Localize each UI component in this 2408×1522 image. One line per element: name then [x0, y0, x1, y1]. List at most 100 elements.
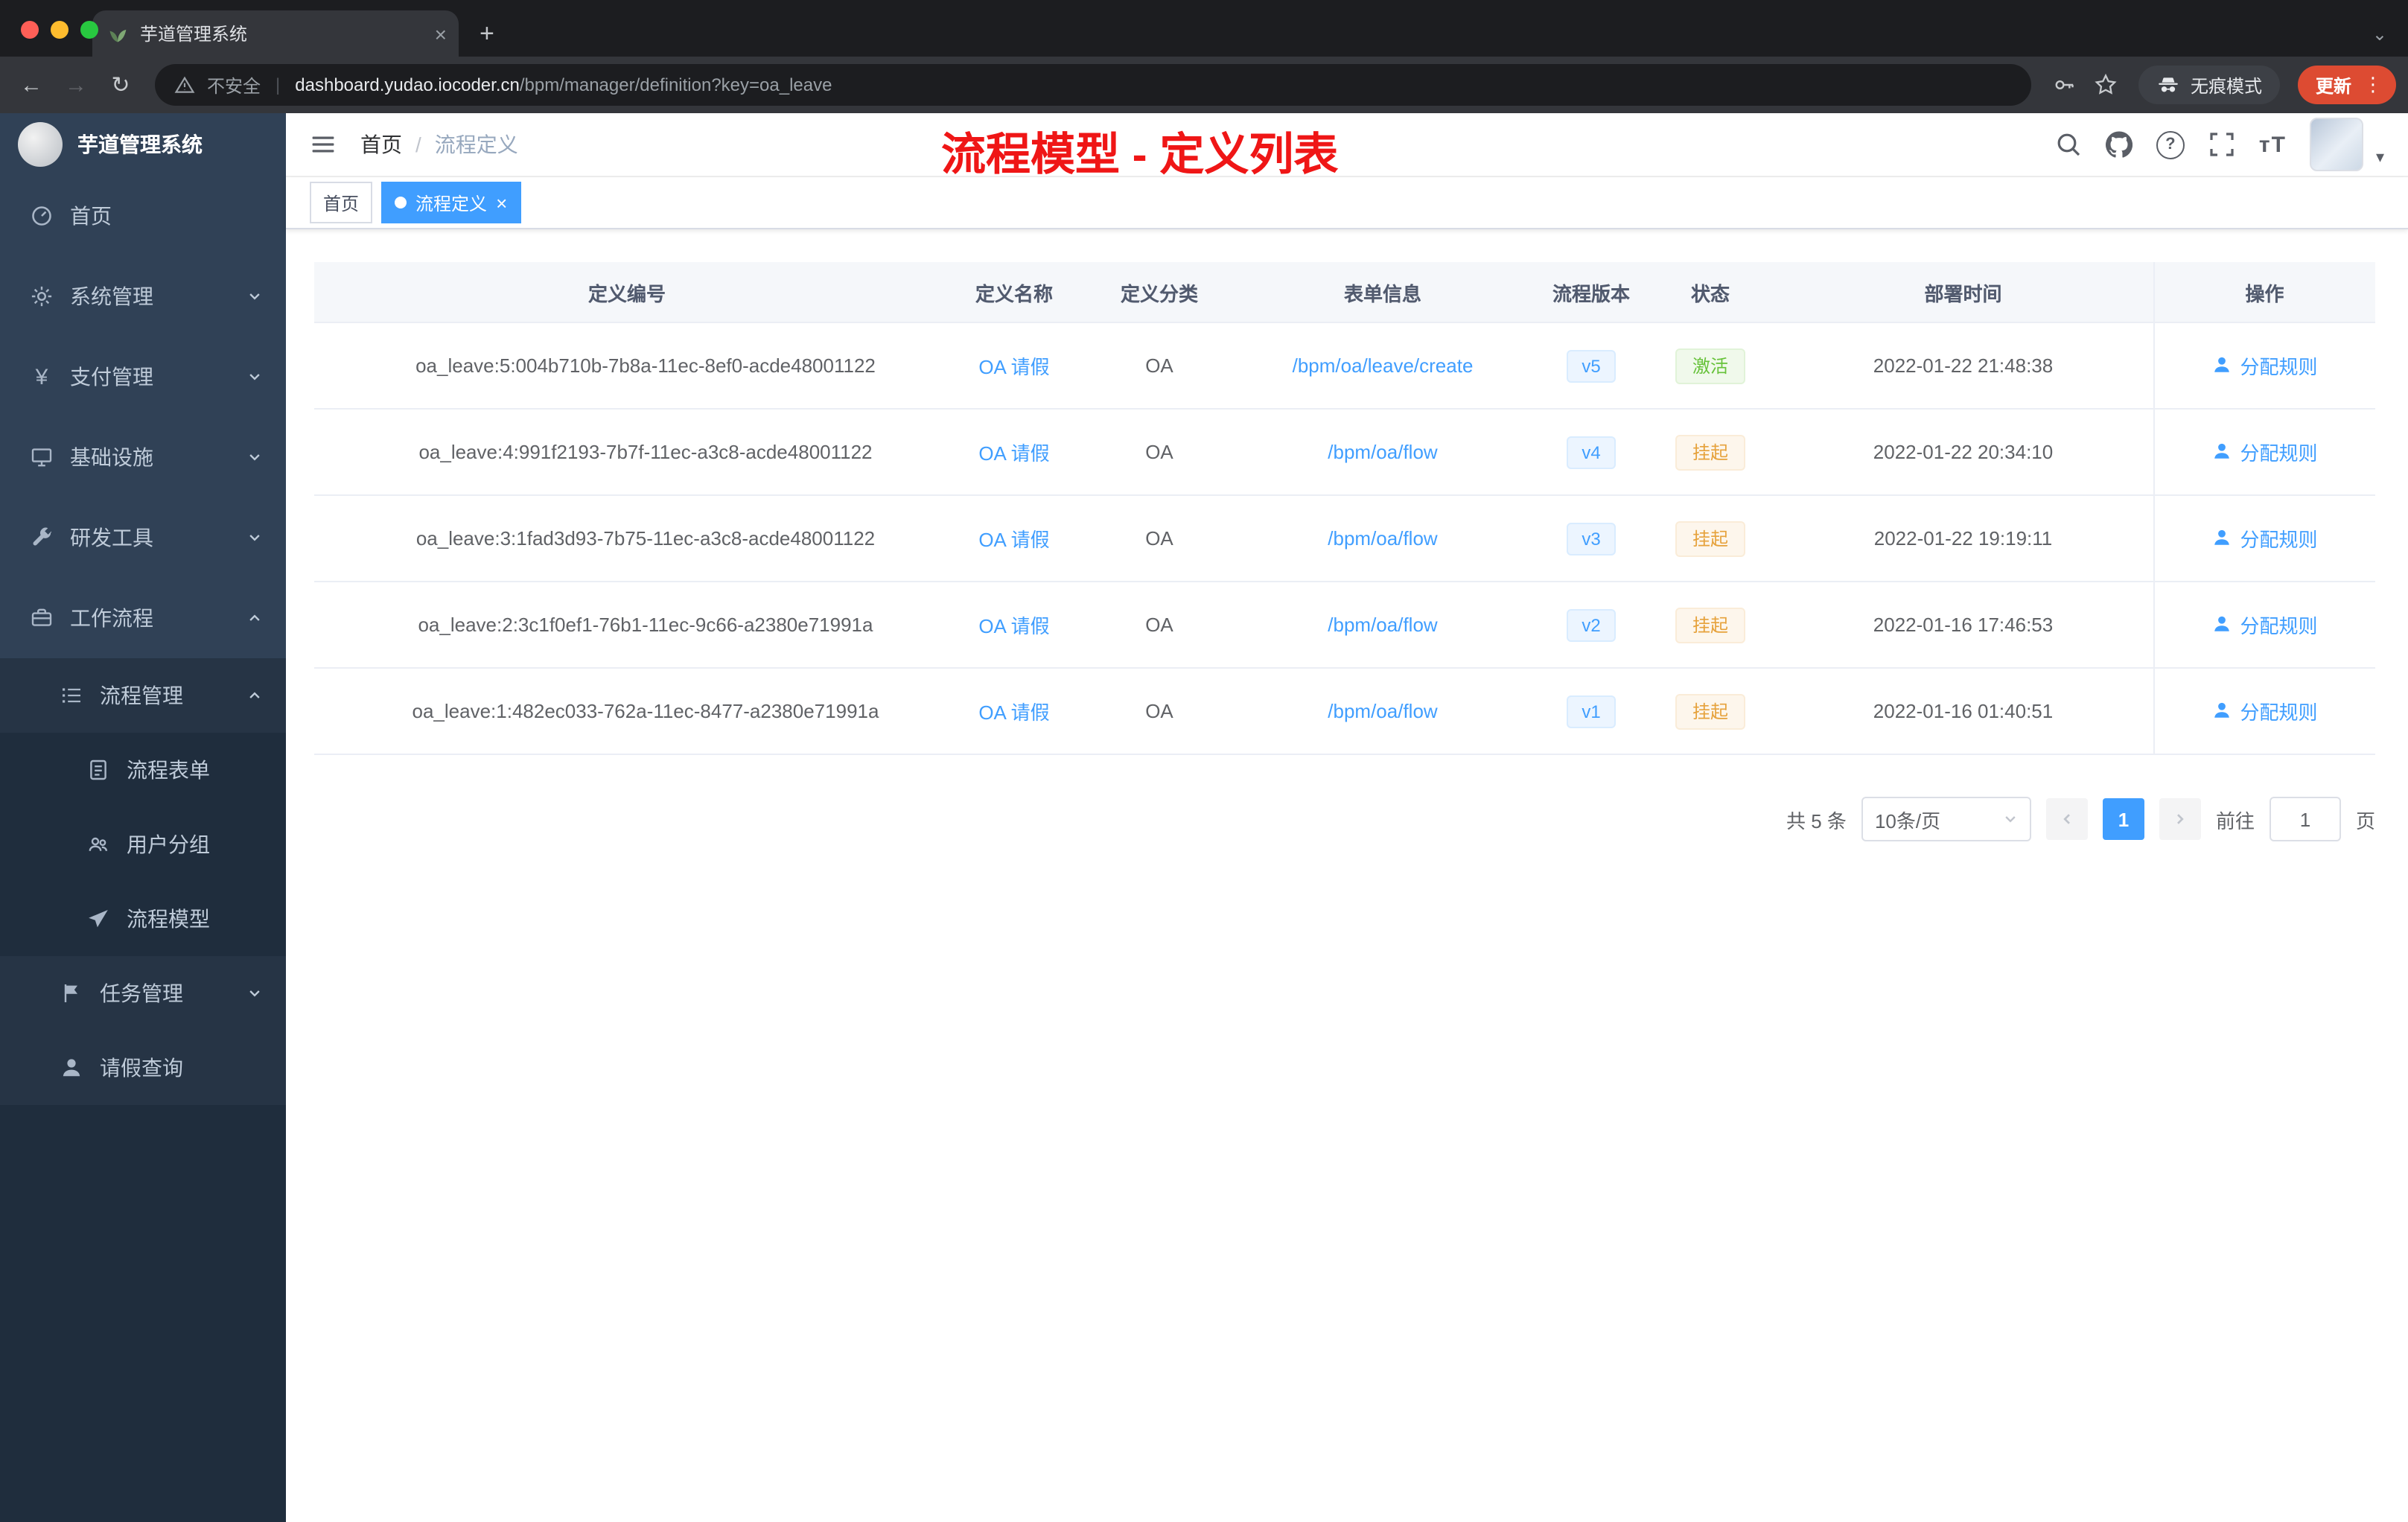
goto-label: 前往 [2215, 809, 2255, 832]
col-definition-name: 定义名称 [940, 262, 1089, 323]
sidebar-item-process-management[interactable]: 流程管理 [0, 658, 286, 733]
cell-deploy-time: 2022-01-22 21:48:38 [1774, 322, 2153, 410]
cell-version: v5 [1535, 322, 1647, 410]
window-minimize-button[interactable] [51, 21, 69, 39]
definition-name-link[interactable]: OA 请假 [978, 529, 1049, 551]
font-size-icon[interactable]: тT [2259, 132, 2287, 157]
sidebar-item-process-model[interactable]: 流程模型 [0, 882, 286, 956]
chevron-down-icon [247, 289, 262, 304]
page-size-select[interactable]: 10条/页 [1861, 797, 2031, 841]
definition-name-link[interactable]: OA 请假 [978, 615, 1049, 637]
forward-icon[interactable]: → [57, 66, 95, 104]
sidebar-item-infrastructure[interactable]: 基础设施 [0, 417, 286, 497]
window-close-button[interactable] [21, 21, 39, 39]
reload-icon[interactable]: ↻ [101, 66, 140, 104]
sidebar-item-label: 系统管理 [70, 284, 153, 308]
cell-form-info: /bpm/oa/flow [1230, 668, 1535, 755]
security-label[interactable]: 不安全 [207, 72, 261, 98]
tag-label: 流程定义 [415, 193, 488, 214]
cell-actions: 分配规则 [2153, 582, 2375, 669]
tag-process-definition[interactable]: 流程定义 × [381, 182, 521, 223]
assign-rule-link[interactable]: 分配规则 [2211, 438, 2318, 466]
definition-table: 定义编号 定义名称 定义分类 表单信息 流程版本 状态 部署时间 操作 oa_l [314, 262, 2375, 755]
sidebar-item-system-management[interactable]: 系统管理 [0, 256, 286, 337]
url-host: dashboard.yudao.iocoder.cn [295, 74, 520, 95]
sidebar-item-payment-management[interactable]: ¥ 支付管理 [0, 337, 286, 417]
logo-title: 芋道管理系统 [77, 133, 203, 156]
password-key-icon[interactable] [2046, 66, 2082, 104]
form-link[interactable]: /bpm/oa/flow [1328, 441, 1437, 463]
sidebar-logo[interactable]: 芋道管理系统 [0, 113, 286, 176]
prev-page-button[interactable] [2045, 798, 2088, 840]
version-badge: v3 [1567, 522, 1616, 555]
url-path: /bpm/manager/definition?key=oa_leave [519, 74, 832, 95]
cell-definition-id: oa_leave:4:991f2193-7b7f-11ec-a3c8-acde4… [314, 409, 940, 496]
assign-rule-link[interactable]: 分配规则 [2211, 697, 2318, 725]
sidebar-item-label: 首页 [70, 204, 112, 228]
sidebar-item-label: 基础设施 [70, 445, 153, 469]
cell-deploy-time: 2022-01-16 01:40:51 [1774, 668, 2153, 755]
sidebar-item-process-form[interactable]: 流程表单 [0, 733, 286, 807]
page-annotation: 流程模型 - 定义列表 [941, 131, 1339, 180]
sidebar-item-home[interactable]: 首页 [0, 176, 286, 256]
page-jump-input[interactable] [2269, 797, 2341, 841]
url-text[interactable]: dashboard.yudao.iocoder.cn /bpm/manager/… [295, 74, 832, 95]
current-page-button[interactable]: 1 [2102, 798, 2144, 840]
tag-home[interactable]: 首页 [310, 182, 373, 223]
window-zoom-button[interactable] [80, 21, 98, 39]
assign-rule-link[interactable]: 分配规则 [2211, 351, 2318, 380]
table-row: oa_leave:5:004b710b-7b8a-11ec-8ef0-acde4… [314, 322, 2375, 410]
assign-rule-label: 分配规则 [2240, 528, 2318, 551]
address-bar[interactable]: 不安全 | dashboard.yudao.iocoder.cn /bpm/ma… [155, 64, 2031, 106]
more-menu-icon[interactable]: ⋮ [2363, 73, 2383, 97]
assign-rule-label: 分配规则 [2240, 701, 2318, 724]
chevron-down-icon [247, 530, 262, 545]
assign-rule-link[interactable]: 分配规则 [2211, 524, 2318, 553]
sidebar-item-label: 流程管理 [100, 684, 183, 707]
definition-name-link[interactable]: OA 请假 [978, 356, 1049, 378]
bookmark-star-icon[interactable] [2088, 66, 2124, 104]
dashboard-icon [30, 204, 54, 228]
next-page-button[interactable] [2159, 798, 2201, 840]
assign-rule-link[interactable]: 分配规则 [2211, 611, 2318, 639]
sidebar-item-task-management[interactable]: 任务管理 [0, 956, 286, 1031]
sidebar-item-label: 用户分组 [127, 832, 210, 856]
sidebar-collapse-icon[interactable] [310, 131, 337, 158]
chevron-down-icon [247, 369, 262, 384]
sidebar-item-leave-query[interactable]: 请假查询 [0, 1031, 286, 1105]
active-dot [395, 197, 407, 208]
tag-close-icon[interactable]: × [496, 193, 507, 212]
definition-name-link[interactable]: OA 请假 [978, 442, 1049, 465]
definition-name-link[interactable]: OA 请假 [978, 701, 1049, 724]
col-definition-id: 定义编号 [314, 262, 940, 323]
search-icon[interactable] [2055, 131, 2082, 158]
form-link[interactable]: /bpm/oa/flow [1328, 527, 1437, 550]
cell-category: OA [1089, 582, 1230, 669]
update-button[interactable]: 更新 ⋮ [2297, 66, 2396, 104]
form-link[interactable]: /bpm/oa/flow [1328, 700, 1437, 722]
pagination-total: 共 5 条 [1786, 809, 1847, 832]
new-tab-button[interactable]: + [480, 21, 494, 46]
tab-close-icon[interactable]: × [435, 23, 447, 44]
back-icon[interactable]: ← [12, 66, 51, 104]
form-link[interactable]: /bpm/oa/flow [1328, 614, 1437, 636]
cell-definition-name: OA 请假 [940, 409, 1089, 496]
status-badge: 挂起 [1675, 693, 1745, 729]
tab-search-icon[interactable]: ⌄ [2372, 25, 2387, 43]
github-icon[interactable] [2105, 131, 2133, 158]
avatar[interactable] [2310, 118, 2364, 171]
table-header-row: 定义编号 定义名称 定义分类 表单信息 流程版本 状态 部署时间 操作 [314, 262, 2375, 323]
sidebar-item-dev-tools[interactable]: 研发工具 [0, 497, 286, 578]
form-link[interactable]: /bpm/oa/leave/create [1293, 354, 1474, 377]
help-icon[interactable]: ? [2156, 130, 2185, 159]
gear-icon [30, 284, 54, 308]
warning-icon [174, 74, 195, 95]
chevron-up-icon [247, 688, 262, 703]
sidebar-item-user-group[interactable]: 用户分组 [0, 807, 286, 882]
fullscreen-icon[interactable] [2208, 131, 2235, 158]
sidebar-item-workflow[interactable]: 工作流程 [0, 578, 286, 658]
browser-tab[interactable]: 芋道管理系统 × [92, 10, 459, 57]
caret-down-icon[interactable]: ▾ [2376, 147, 2384, 171]
breadcrumb-home[interactable]: 首页 [360, 130, 402, 159]
cell-definition-name: OA 请假 [940, 495, 1089, 582]
